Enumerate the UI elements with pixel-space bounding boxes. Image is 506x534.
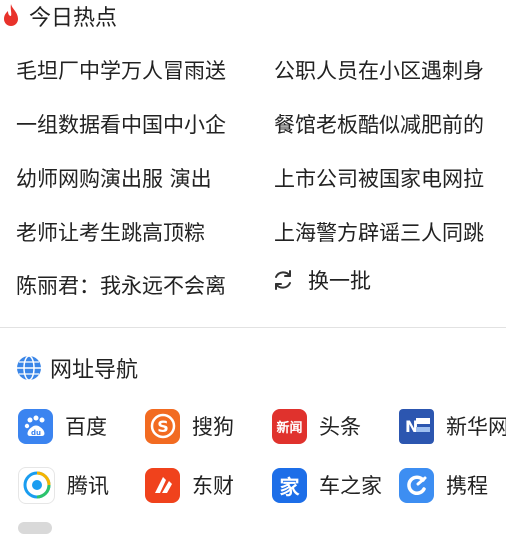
site-label: 头条 bbox=[319, 415, 361, 439]
site-link-eastmoney[interactable]: 东财 bbox=[145, 466, 234, 504]
site-nav-title: 网址导航 bbox=[50, 358, 139, 383]
next-row-icon bbox=[18, 522, 52, 534]
news-item[interactable]: 餐馆老板酷似减肥前的 bbox=[274, 110, 506, 140]
section-divider bbox=[0, 327, 506, 328]
site-label: 搜狗 bbox=[192, 415, 234, 439]
globe-icon bbox=[17, 355, 41, 381]
site-label: 车之家 bbox=[319, 474, 382, 498]
news-item[interactable]: 陈丽君：我永远不会离 bbox=[16, 271, 248, 301]
news-item[interactable]: 上市公司被国家电网拉 bbox=[274, 164, 506, 194]
ctrip-icon bbox=[399, 467, 434, 503]
sogou-icon: S bbox=[145, 408, 180, 444]
news-item[interactable]: 毛坦厂中学万人冒雨送 bbox=[16, 56, 248, 86]
baidu-icon: du bbox=[18, 408, 53, 444]
svg-text:S: S bbox=[157, 417, 169, 436]
site-label: 携程 bbox=[446, 474, 488, 498]
site-label: 东财 bbox=[192, 474, 234, 498]
site-link-xinhua[interactable]: N 新华网 bbox=[399, 407, 506, 445]
news-item[interactable]: 一组数据看中国中小企 bbox=[16, 110, 248, 140]
autohome-glyph: 家 bbox=[279, 474, 300, 499]
site-link-tencent[interactable]: 腾讯 bbox=[18, 466, 109, 504]
hot-news-header: 今日热点 bbox=[0, 0, 506, 32]
hot-news-title: 今日热点 bbox=[29, 6, 118, 31]
news-item[interactable]: 公职人员在小区遇刺身 bbox=[274, 56, 506, 86]
site-link-toutiao[interactable]: 新闻 头条 bbox=[272, 407, 361, 445]
toutiao-glyph: 新闻 bbox=[276, 420, 303, 436]
eastmoney-icon bbox=[145, 467, 180, 503]
tencent-icon bbox=[18, 466, 55, 504]
site-link-autohome[interactable]: 家 车之家 bbox=[272, 466, 382, 504]
refresh-label: 换一批 bbox=[308, 269, 371, 293]
refresh-button[interactable]: 换一批 bbox=[272, 264, 371, 296]
site-nav-header: 网址导航 bbox=[16, 352, 138, 384]
svg-text:du: du bbox=[31, 429, 41, 437]
site-link-sogou[interactable]: S 搜狗 bbox=[145, 407, 234, 445]
site-label: 腾讯 bbox=[67, 474, 109, 498]
news-item[interactable]: 老师让考生跳高顶粽 bbox=[16, 218, 248, 248]
news-item[interactable]: 上海警方辟谣三人同跳 bbox=[274, 218, 506, 248]
site-link-ctrip[interactable]: 携程 bbox=[399, 466, 488, 504]
flame-icon bbox=[4, 4, 18, 26]
xinhua-icon: N bbox=[399, 408, 434, 444]
news-item[interactable]: 幼师网购演出服 演出 bbox=[16, 164, 248, 194]
toutiao-icon: 新闻 bbox=[272, 408, 307, 444]
site-label: 新华网 bbox=[446, 415, 506, 439]
refresh-icon bbox=[275, 270, 291, 290]
site-link-baidu[interactable]: du 百度 bbox=[18, 407, 107, 445]
autohome-icon: 家 bbox=[272, 467, 307, 503]
site-label: 百度 bbox=[65, 415, 107, 439]
